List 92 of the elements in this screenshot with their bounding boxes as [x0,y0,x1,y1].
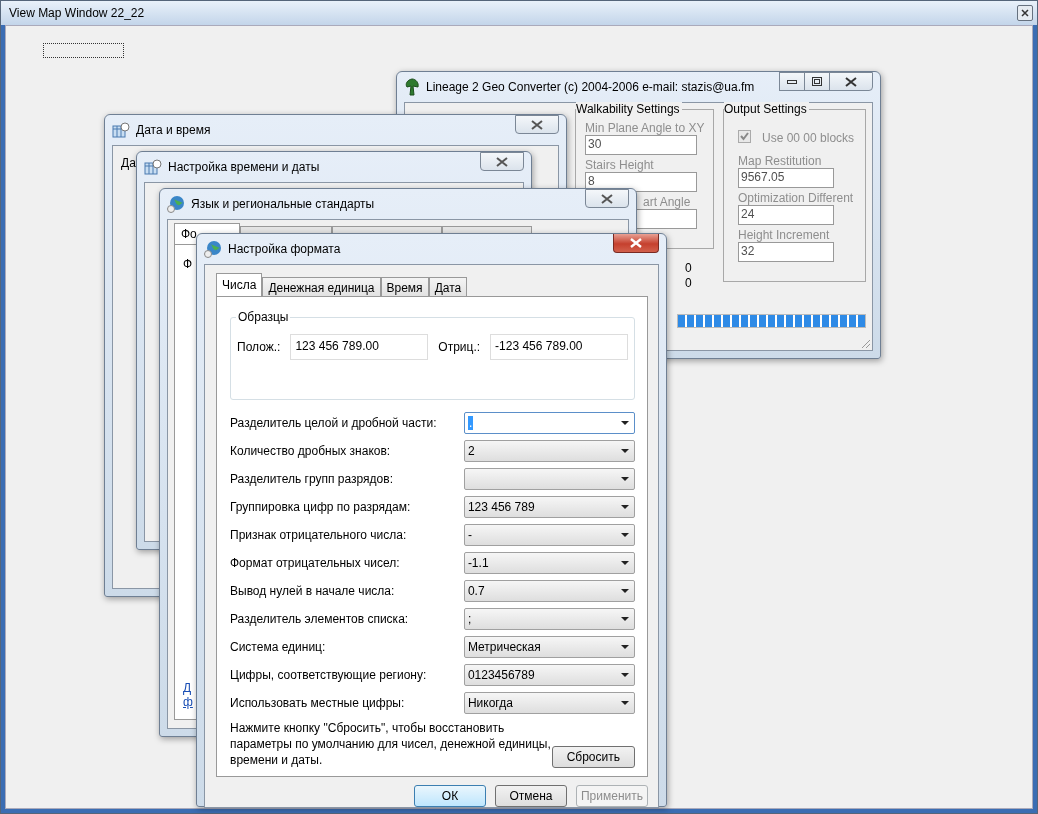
tab[interactable]: Время [380,277,429,296]
close-icon [1021,9,1029,17]
close-button[interactable] [515,115,559,134]
dropdown[interactable]: 0123456789 [463,664,635,686]
resize-grip-icon[interactable] [861,339,871,349]
setting-label: Вывод нулей в начале числа: [230,584,396,598]
close-button[interactable] [585,189,629,208]
sample-field: -123 456 789.00 [490,334,628,360]
tab-label: Да [121,156,136,170]
input-field[interactable]: 8 [585,172,697,192]
close-icon [496,156,508,167]
input-field[interactable]: 9567.05 [738,168,834,188]
setting-label: Разделитель целой и дробной части: [230,416,438,430]
field-label: Отриц.: [438,340,481,354]
close-button[interactable] [613,234,659,253]
caret-icon [621,533,629,537]
window-title: Lineage 2 Geo Converter (c) 2004-2006 e-mail: stazis@ua.fm [426,80,755,94]
caret-icon [621,477,629,481]
caret-icon [621,645,629,649]
close-icon [845,76,857,87]
reset-note: Нажмите кнопку "Сбросить", чтобы восстановить параметры по умолчанию для чисел, денежной единицы, времени и даты. [230,720,552,768]
caret-icon [621,505,629,509]
setting-label: Разделитель элементов списка: [230,612,410,626]
field-label: Map Restitution [738,154,823,168]
caret-icon [621,449,629,453]
setting-label: Система единиц: [230,640,327,654]
field-label: Optimization Different [738,191,855,205]
field-label: art Angle [643,195,692,209]
close-icon [531,119,543,130]
setting-label: Формат отрицательных чисел: [230,556,401,570]
dropdown[interactable]: 2 [463,440,635,462]
setting-label: Цифры, соответствующие региону: [230,668,428,682]
dropdown[interactable]: ; [463,608,635,630]
dropdown[interactable]: Никогда [463,692,635,714]
tree-icon [404,78,420,96]
setting-label: Группировка цифр по разрядам: [230,500,412,514]
group-title: Walkability Settings [576,102,682,116]
globe-icon [167,195,185,213]
tab[interactable]: Числа [216,273,263,296]
field-label: Stairs Height [585,158,655,172]
close-button[interactable] [1017,5,1033,21]
sample-field: 123 456 789.00 [290,334,429,360]
minimize-icon [787,78,797,85]
caret-icon [621,561,629,565]
dialog-button[interactable]: Отмена [495,785,567,807]
caret-icon [621,673,629,677]
setting-label: Количество дробных знаков: [230,444,392,458]
input-field[interactable]: 32 [738,242,834,262]
dropdown[interactable]: Метрическая [463,636,635,658]
close-icon [630,238,642,248]
dropdown[interactable]: 123 456 789 [463,496,635,518]
field-label: Ф [183,257,193,271]
link[interactable]: ф [183,695,193,709]
field-label: Height Increment [738,228,831,242]
calendar-clock-icon [144,159,162,175]
group-title: Output Settings [724,102,809,116]
dropdown[interactable]: - [463,524,635,546]
input-field[interactable]: 24 [738,205,834,225]
checkbox-label: Use 00 00 blocks [762,131,855,145]
setting-label: Использовать местные цифры: [230,696,406,710]
counter-text: 0 [685,276,692,291]
restore-icon [812,77,822,86]
caret-icon [621,589,629,593]
window-title: Настройка времени и даты [168,160,320,174]
tab[interactable]: Денежная единица [262,277,381,296]
caret-icon [621,617,629,621]
counter-text: 0 [685,261,692,276]
field-label: Полож.: [237,340,281,354]
reset-button[interactable]: Сбросить [551,746,635,768]
minimize-button[interactable] [779,72,805,91]
setting-label: Признак отрицательного числа: [230,528,408,542]
calendar-clock-icon [112,122,130,138]
field-label: Min Plane Angle to XY [585,121,704,135]
caret-icon [621,421,629,425]
window-title: Язык и региональные стандарты [191,197,375,211]
setting-label: Разделитель групп разрядов: [230,472,394,486]
group-title: Образцы [236,310,291,324]
close-button[interactable] [829,72,873,91]
globe-icon [204,240,222,258]
close-button[interactable] [480,152,524,171]
dropdown[interactable]: 0.7 [463,580,635,602]
input-field[interactable]: 30 [585,135,697,155]
maximize-button[interactable] [804,72,830,91]
window-title: Настройка формата [228,242,341,256]
window-title: Дата и время [136,123,211,137]
caret-icon [621,701,629,705]
tab[interactable]: Дата [428,277,468,296]
window-title: View Map Window 22_22 [9,6,146,20]
close-icon [601,193,613,204]
dropdown[interactable]: -1.1 [463,552,635,574]
dialog-button[interactable]: ОК [414,785,486,807]
link[interactable]: Д [183,681,193,695]
